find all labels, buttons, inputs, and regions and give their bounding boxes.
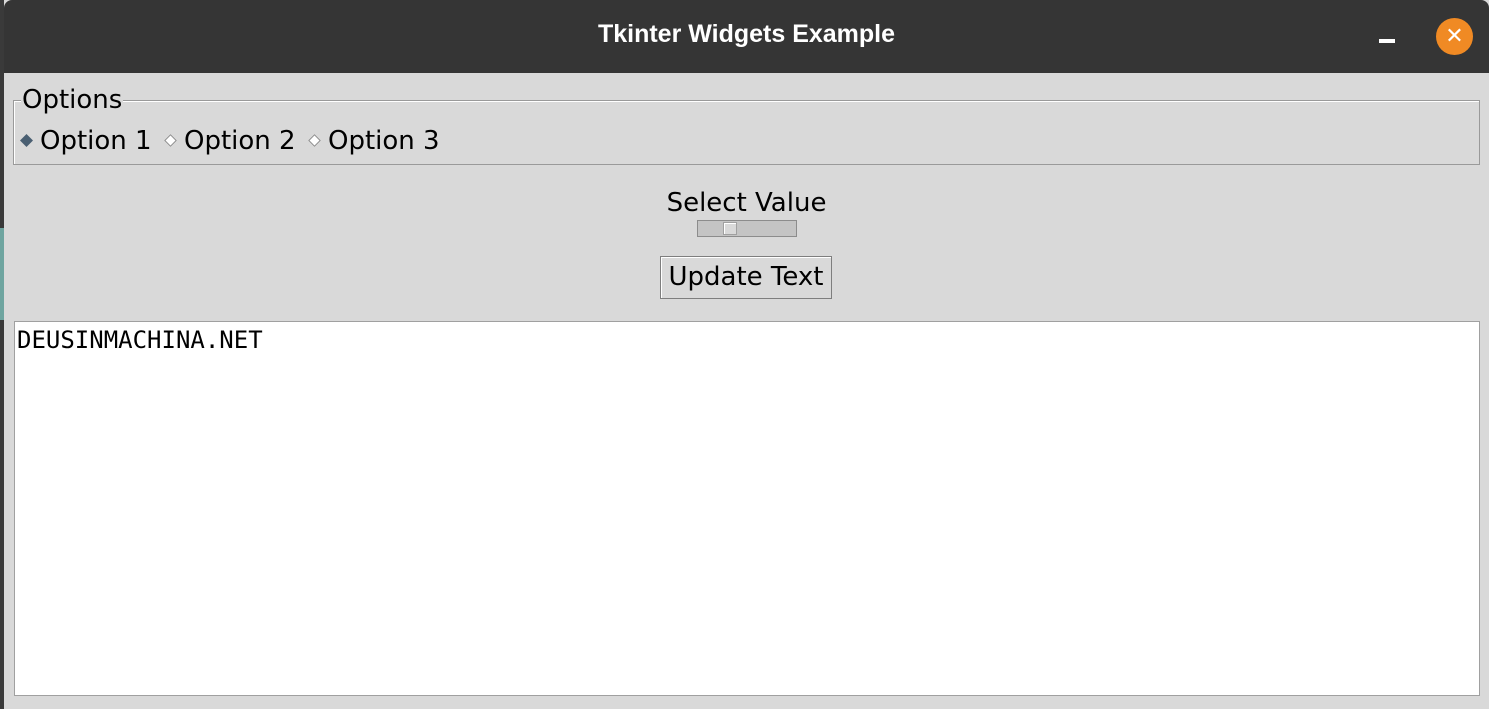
close-button[interactable]: ✕ [1436, 18, 1473, 55]
radio-label: Option 3 [328, 126, 440, 156]
update-text-button[interactable]: Update Text [660, 256, 832, 299]
value-scale[interactable] [697, 220, 797, 237]
app-window: Tkinter Widgets Example ✕ Options Option… [4, 0, 1489, 709]
radio-label: Option 2 [184, 126, 296, 156]
radio-label: Option 1 [40, 126, 152, 156]
minimize-icon [1379, 39, 1395, 43]
text-area-content: DEUSINMACHINA.NET [17, 326, 263, 354]
title-bar[interactable]: Tkinter Widgets Example ✕ [4, 0, 1489, 73]
scale-slider-handle[interactable] [723, 222, 737, 235]
options-legend: Options [21, 84, 124, 116]
close-icon: ✕ [1445, 24, 1464, 49]
minimize-button[interactable] [1367, 24, 1407, 54]
scale-label: Select Value [666, 188, 827, 218]
window-title: Tkinter Widgets Example [597, 20, 896, 48]
text-area[interactable]: DEUSINMACHINA.NET [14, 321, 1480, 696]
